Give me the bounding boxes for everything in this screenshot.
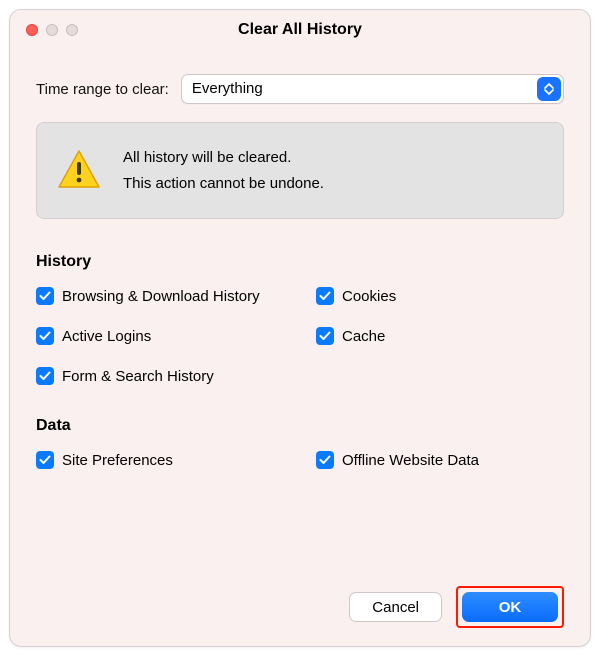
checkbox-label: Form & Search History xyxy=(62,368,214,385)
cancel-button-label: Cancel xyxy=(372,599,419,616)
checkmark-icon xyxy=(36,451,54,469)
checkbox-label: Browsing & Download History xyxy=(62,288,260,305)
checkbox-label: Cookies xyxy=(342,288,396,305)
zoom-icon[interactable] xyxy=(66,24,78,36)
dialog-footer: Cancel OK xyxy=(36,578,564,628)
checkmark-icon xyxy=(36,287,54,305)
warning-line-2: This action cannot be undone. xyxy=(123,171,324,197)
checkbox-cookies[interactable]: Cookies xyxy=(316,287,564,305)
window-controls xyxy=(26,24,78,36)
ok-button-label: OK xyxy=(499,599,522,616)
checkmark-icon xyxy=(36,327,54,345)
checkbox-label: Active Logins xyxy=(62,328,151,345)
titlebar: Clear All History xyxy=(10,10,590,50)
checkbox-form-search-history[interactable]: Form & Search History xyxy=(36,367,316,385)
chevron-up-down-icon xyxy=(537,77,561,101)
time-range-value: Everything xyxy=(181,74,564,104)
ok-button-highlight: OK xyxy=(456,586,564,628)
checkbox-site-preferences[interactable]: Site Preferences xyxy=(36,451,316,469)
time-range-select[interactable]: Everything xyxy=(181,74,564,104)
close-icon[interactable] xyxy=(26,24,38,36)
checkmark-icon xyxy=(316,451,334,469)
history-checkgrid: Browsing & Download History Cookies Acti… xyxy=(36,287,564,385)
dialog-title: Clear All History xyxy=(238,21,362,39)
warning-box: All history will be cleared. This action… xyxy=(36,122,564,219)
warning-line-1: All history will be cleared. xyxy=(123,145,324,171)
warning-text: All history will be cleared. This action… xyxy=(123,145,324,196)
checkmark-icon xyxy=(316,287,334,305)
checkmark-icon xyxy=(316,327,334,345)
ok-button[interactable]: OK xyxy=(462,592,558,622)
data-checkgrid: Site Preferences Offline Website Data xyxy=(36,451,564,469)
time-range-label: Time range to clear: xyxy=(36,81,169,98)
warning-icon xyxy=(57,149,101,192)
time-range-row: Time range to clear: Everything xyxy=(36,74,564,104)
checkbox-offline-website-data[interactable]: Offline Website Data xyxy=(316,451,564,469)
clear-history-dialog: Clear All History Time range to clear: E… xyxy=(9,9,591,647)
cancel-button[interactable]: Cancel xyxy=(349,592,442,622)
checkbox-cache[interactable]: Cache xyxy=(316,327,564,345)
checkbox-active-logins[interactable]: Active Logins xyxy=(36,327,316,345)
checkbox-browsing-download-history[interactable]: Browsing & Download History xyxy=(36,287,316,305)
checkbox-label: Cache xyxy=(342,328,385,345)
checkbox-label: Offline Website Data xyxy=(342,452,479,469)
checkbox-label: Site Preferences xyxy=(62,452,173,469)
section-history-title: History xyxy=(36,253,564,271)
minimize-icon[interactable] xyxy=(46,24,58,36)
dialog-content: Time range to clear: Everything All hist… xyxy=(10,50,590,646)
section-data-title: Data xyxy=(36,417,564,435)
checkmark-icon xyxy=(36,367,54,385)
